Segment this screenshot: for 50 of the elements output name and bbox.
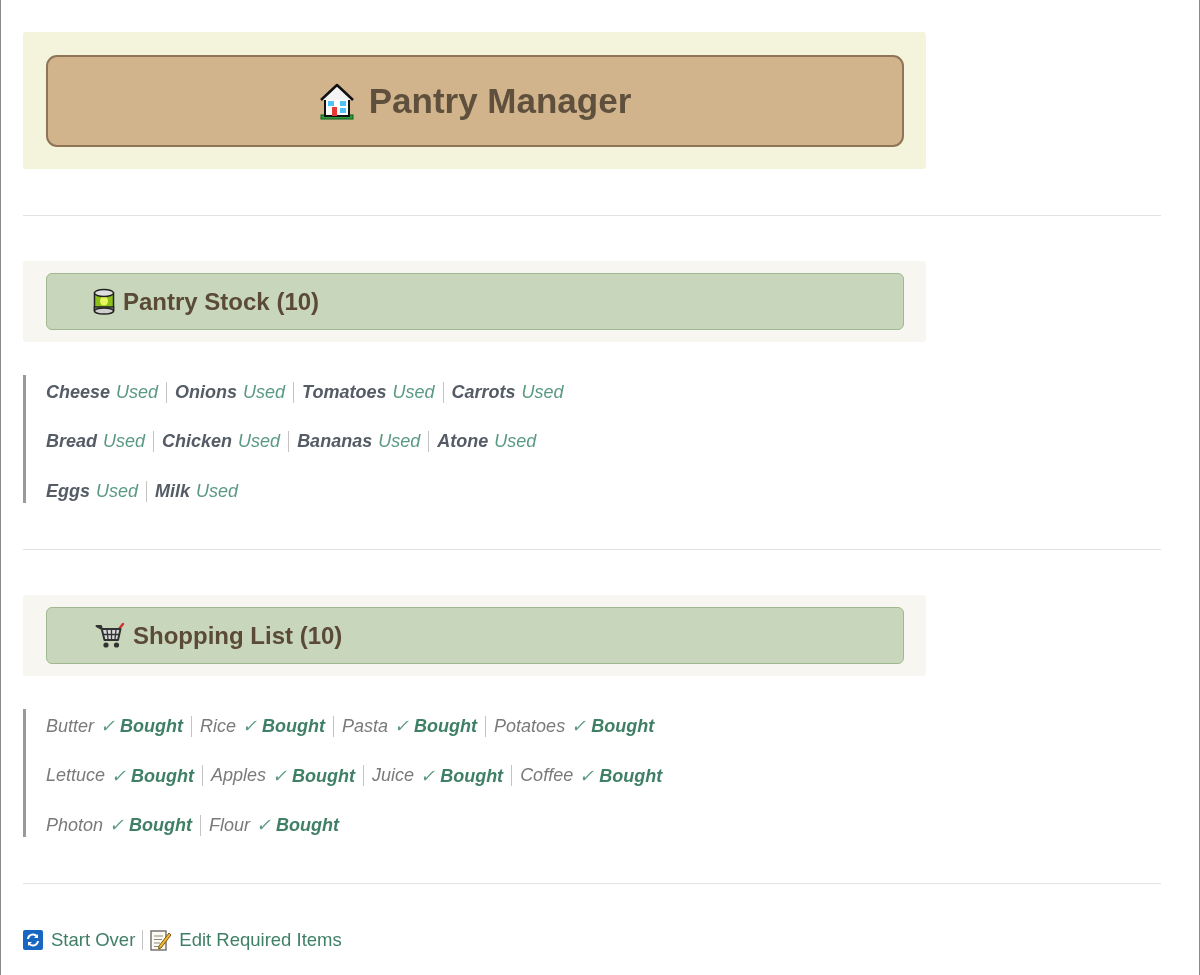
- used-link[interactable]: Used: [238, 431, 281, 452]
- house-icon: [318, 82, 355, 120]
- shopping-cart-icon: [95, 622, 125, 649]
- bought-link[interactable]: ✓ Bought: [420, 764, 504, 787]
- item-name: Potatoes: [494, 715, 566, 737]
- used-link[interactable]: Used: [96, 480, 139, 502]
- bought-link[interactable]: ✓ Bought: [111, 764, 195, 787]
- item-name: Milk: [155, 480, 191, 502]
- item-name: Chicken: [162, 431, 233, 452]
- item-name: Pasta: [342, 715, 389, 737]
- app-title: Pantry Manager: [368, 81, 632, 121]
- bought-link[interactable]: ✓ Bought: [242, 715, 326, 737]
- item-name: Butter: [46, 715, 95, 737]
- bought-link[interactable]: ✓ Bought: [100, 715, 184, 737]
- section-title: Pantry Stock (10): [123, 287, 320, 316]
- edit-items-link[interactable]: Edit Required Items: [150, 929, 342, 951]
- bought-link[interactable]: ✓ Bought: [579, 764, 663, 787]
- can-icon: [93, 288, 115, 315]
- refresh-icon: [23, 930, 43, 950]
- item-name: Carrots: [451, 381, 516, 403]
- item-name: Juice: [372, 765, 415, 786]
- item-name: Bananas: [297, 431, 373, 452]
- bought-link[interactable]: ✓ Bought: [256, 814, 340, 836]
- item-name: Eggs: [46, 480, 90, 502]
- item-name: Coffee: [520, 765, 574, 786]
- used-link[interactable]: Used: [494, 431, 537, 452]
- item-name: Cheese: [46, 381, 111, 403]
- bought-link[interactable]: ✓ Bought: [272, 764, 356, 787]
- item-name: Photon: [46, 814, 104, 836]
- item-name: Apples: [211, 765, 267, 786]
- item-name: Onions: [175, 381, 238, 403]
- item-name: Atone: [437, 431, 489, 452]
- start-over-link[interactable]: Start Over: [23, 929, 136, 951]
- used-link[interactable]: Used: [196, 480, 239, 502]
- item-name: Lettuce: [46, 765, 106, 786]
- item-name: Tomatoes: [302, 381, 387, 403]
- item-name: Bread: [46, 431, 98, 452]
- bought-link[interactable]: ✓ Bought: [394, 715, 478, 737]
- notepad-pencil-icon: [150, 929, 172, 951]
- used-link[interactable]: Used: [378, 431, 421, 452]
- used-link[interactable]: Used: [103, 431, 146, 452]
- bought-link[interactable]: ✓ Bought: [571, 715, 655, 737]
- used-link[interactable]: Used: [521, 381, 564, 403]
- used-link[interactable]: Used: [243, 381, 286, 403]
- item-name: Rice: [200, 715, 237, 737]
- item-name: Flour: [209, 814, 251, 836]
- used-link[interactable]: Used: [116, 381, 159, 403]
- section-title: Shopping List (10): [133, 621, 343, 650]
- bought-link[interactable]: ✓ Bought: [109, 814, 193, 836]
- used-link[interactable]: Used: [392, 381, 435, 403]
